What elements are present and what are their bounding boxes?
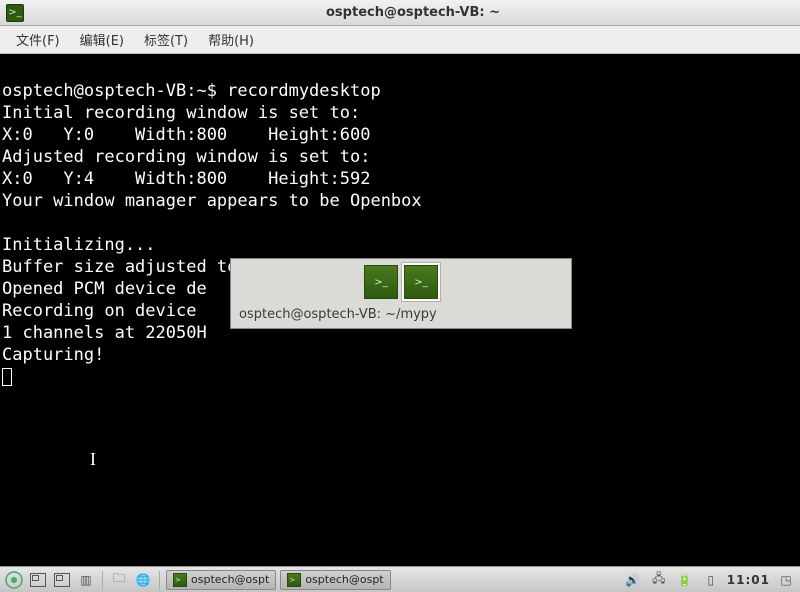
taskbar-separator [159,571,160,589]
battery-icon[interactable]: 🔋 [675,571,695,589]
terminal-line: Your window manager appears to be Openbo… [2,191,422,211]
terminal-icon: > [173,573,187,587]
terminal-line: X:0 Y:0 Width:800 Height:600 [2,125,370,145]
start-menu-icon[interactable] [4,571,24,589]
window-titlebar: >_ osptech@osptech-VB: ~ [0,0,800,26]
terminal-line: Initializing... [2,235,156,255]
terminal-line: Recording on device [2,301,207,321]
logout-icon[interactable]: ◳ [776,571,796,589]
switcher-window-2[interactable]: >_ [404,265,438,299]
menu-file[interactable]: 文件(F) [6,26,70,53]
menu-edit[interactable]: 编辑(E) [70,26,134,53]
menu-help[interactable]: 帮助(H) [198,26,264,53]
volume-icon[interactable]: 🔊 [623,571,643,589]
terminal-line: Capturing! [2,345,104,365]
switcher-window-1[interactable]: >_ [364,265,398,299]
show-desktop-icon[interactable] [28,571,48,589]
system-tray: 🔊 🖧 🔋 ▯ 11:01 ◳ [623,571,796,589]
terminal-line: Adjusted recording window is set to: [2,147,370,167]
taskbar-clock[interactable]: 11:01 [727,573,770,587]
terminal-line: 1 channels at 22050H [2,323,207,343]
terminal-cursor [2,368,12,386]
terminal-icon: >_ [6,4,24,22]
text-caret-icon: I [90,448,96,470]
terminal-prompt: osptech@osptech-VB:~$ [2,81,227,101]
taskbar-separator [102,571,103,589]
browser-icon[interactable]: 🌐 [133,571,153,589]
terminal-line: X:0 Y:4 Width:800 Height:592 [2,169,370,189]
taskbar-window-1[interactable]: > osptech@ospt [166,570,276,590]
launcher-icon[interactable]: ▥ [76,571,96,589]
taskbar-window-label: osptech@ospt [191,573,269,586]
file-manager-icon[interactable]: 🗀 [109,571,129,589]
terminal-line: Opened PCM device de [2,279,207,299]
taskbar: ▥ 🗀 🌐 > osptech@ospt > osptech@ospt 🔊 🖧 … [0,566,800,592]
alt-tab-switcher[interactable]: >_ >_ osptech@osptech-VB: ~/mypy [230,258,572,329]
tray-extra-icon[interactable]: ▯ [701,571,721,589]
menu-tabs[interactable]: 标签(T) [134,26,198,53]
window-title: osptech@osptech-VB: ~ [32,5,794,20]
network-icon[interactable]: 🖧 [649,571,669,589]
terminal-icon: > [287,573,301,587]
taskbar-window-label: osptech@ospt [305,573,383,586]
terminal-line: Initial recording window is set to: [2,103,360,123]
window-list-icon[interactable] [52,571,72,589]
switcher-thumbnails: >_ >_ [239,265,563,299]
terminal-command: recordmydesktop [227,81,381,101]
menu-bar: 文件(F) 编辑(E) 标签(T) 帮助(H) [0,26,800,54]
switcher-label: osptech@osptech-VB: ~/mypy [239,305,563,322]
taskbar-window-2[interactable]: > osptech@ospt [280,570,390,590]
